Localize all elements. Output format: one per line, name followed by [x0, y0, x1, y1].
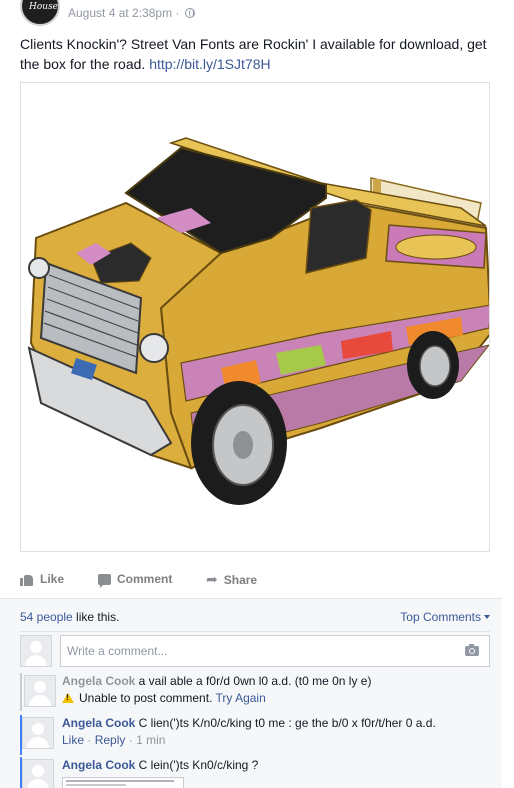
- globe-icon[interactable]: [184, 8, 195, 18]
- post-image[interactable]: [20, 82, 490, 552]
- avatar[interactable]: [24, 675, 56, 707]
- comment-author[interactable]: Angela Cook: [62, 674, 135, 688]
- share-icon: ➦: [206, 572, 218, 588]
- comment-input-box: [60, 635, 490, 667]
- post-text: Clients Knockin'? Street Van Fonts are R…: [20, 34, 500, 74]
- error-line: Unable to post comment. Try Again: [62, 690, 371, 707]
- chevron-down-icon: [484, 615, 490, 619]
- avatar-logo: House: [29, 2, 59, 12]
- comment-item: Angela Cook C lien(')ts K/n0/c/king t0 m…: [20, 715, 502, 755]
- post-link[interactable]: http://bit.ly/1SJt78H: [149, 56, 270, 72]
- comment-body: Angela Cook C lien(')ts K/n0/c/king t0 m…: [62, 715, 436, 749]
- warning-icon: [62, 693, 74, 703]
- comment-text: C lein(')ts Kn0/c/king ?: [135, 758, 259, 772]
- comment-icon: [98, 573, 111, 588]
- avatar[interactable]: [22, 717, 54, 749]
- attached-image-thumbnail[interactable]: [62, 777, 184, 788]
- avatar[interactable]: [20, 635, 52, 667]
- sort-dropdown[interactable]: Top Comments: [400, 610, 490, 624]
- error-text: Unable to post comment.: [79, 691, 213, 705]
- comment-author[interactable]: Angela Cook: [62, 758, 135, 772]
- like-label: Like: [40, 572, 65, 586]
- van-illustration: [27, 137, 489, 505]
- sort-label: Top Comments: [400, 610, 481, 624]
- like-button[interactable]: Like: [20, 572, 64, 586]
- comment-time[interactable]: 1 min: [136, 733, 165, 747]
- comment-text: C lien(')ts K/n0/c/king t0 me : ge the b…: [135, 716, 436, 730]
- comment-text: a vail able a f0r/d 0wn l0 a.d. (t0 me 0…: [135, 674, 372, 688]
- avatar[interactable]: [22, 759, 54, 788]
- comment-body: Angela Cook C lein(')ts Kn0/c/king ?: [62, 757, 258, 774]
- post-timestamp[interactable]: August 4 at 2:38pm: [68, 6, 172, 20]
- page-avatar[interactable]: House: [20, 0, 60, 26]
- share-button[interactable]: ➦ Share: [206, 572, 257, 588]
- try-again-link[interactable]: Try Again: [216, 691, 266, 705]
- like-icon: [20, 573, 34, 586]
- share-label: Share: [223, 573, 258, 587]
- comment-body: Angela Cook a vail able a f0r/d 0wn l0 a…: [62, 673, 371, 707]
- comment-item: Angela Cook C lein(')ts Kn0/c/king ?: [20, 757, 502, 788]
- post-meta: August 4 at 2:38pm ·: [68, 6, 195, 20]
- likes-count-link[interactable]: 54 people: [20, 610, 73, 624]
- divider: [20, 631, 490, 632]
- likes-suffix: like this.: [72, 610, 120, 624]
- comment-button[interactable]: Comment: [98, 572, 173, 588]
- camera-icon[interactable]: [465, 644, 479, 656]
- comment-label: Comment: [117, 572, 173, 586]
- comment-author[interactable]: Angela Cook: [62, 716, 135, 730]
- comments-panel: 54 people like this. Top Comments Angela…: [0, 598, 502, 788]
- comment-item: Angela Cook a vail able a f0r/d 0wn l0 a…: [20, 673, 502, 711]
- post-actions: Like Comment ➦ Share: [20, 564, 490, 596]
- comment-reply-link[interactable]: Reply: [95, 733, 126, 747]
- comment-actions: Like · Reply · 1 min: [62, 733, 166, 747]
- meta-separator: ·: [175, 6, 180, 20]
- comment-like-link[interactable]: Like: [62, 733, 84, 747]
- likes-summary: 54 people like this.: [20, 610, 119, 624]
- comment-input[interactable]: [61, 636, 441, 666]
